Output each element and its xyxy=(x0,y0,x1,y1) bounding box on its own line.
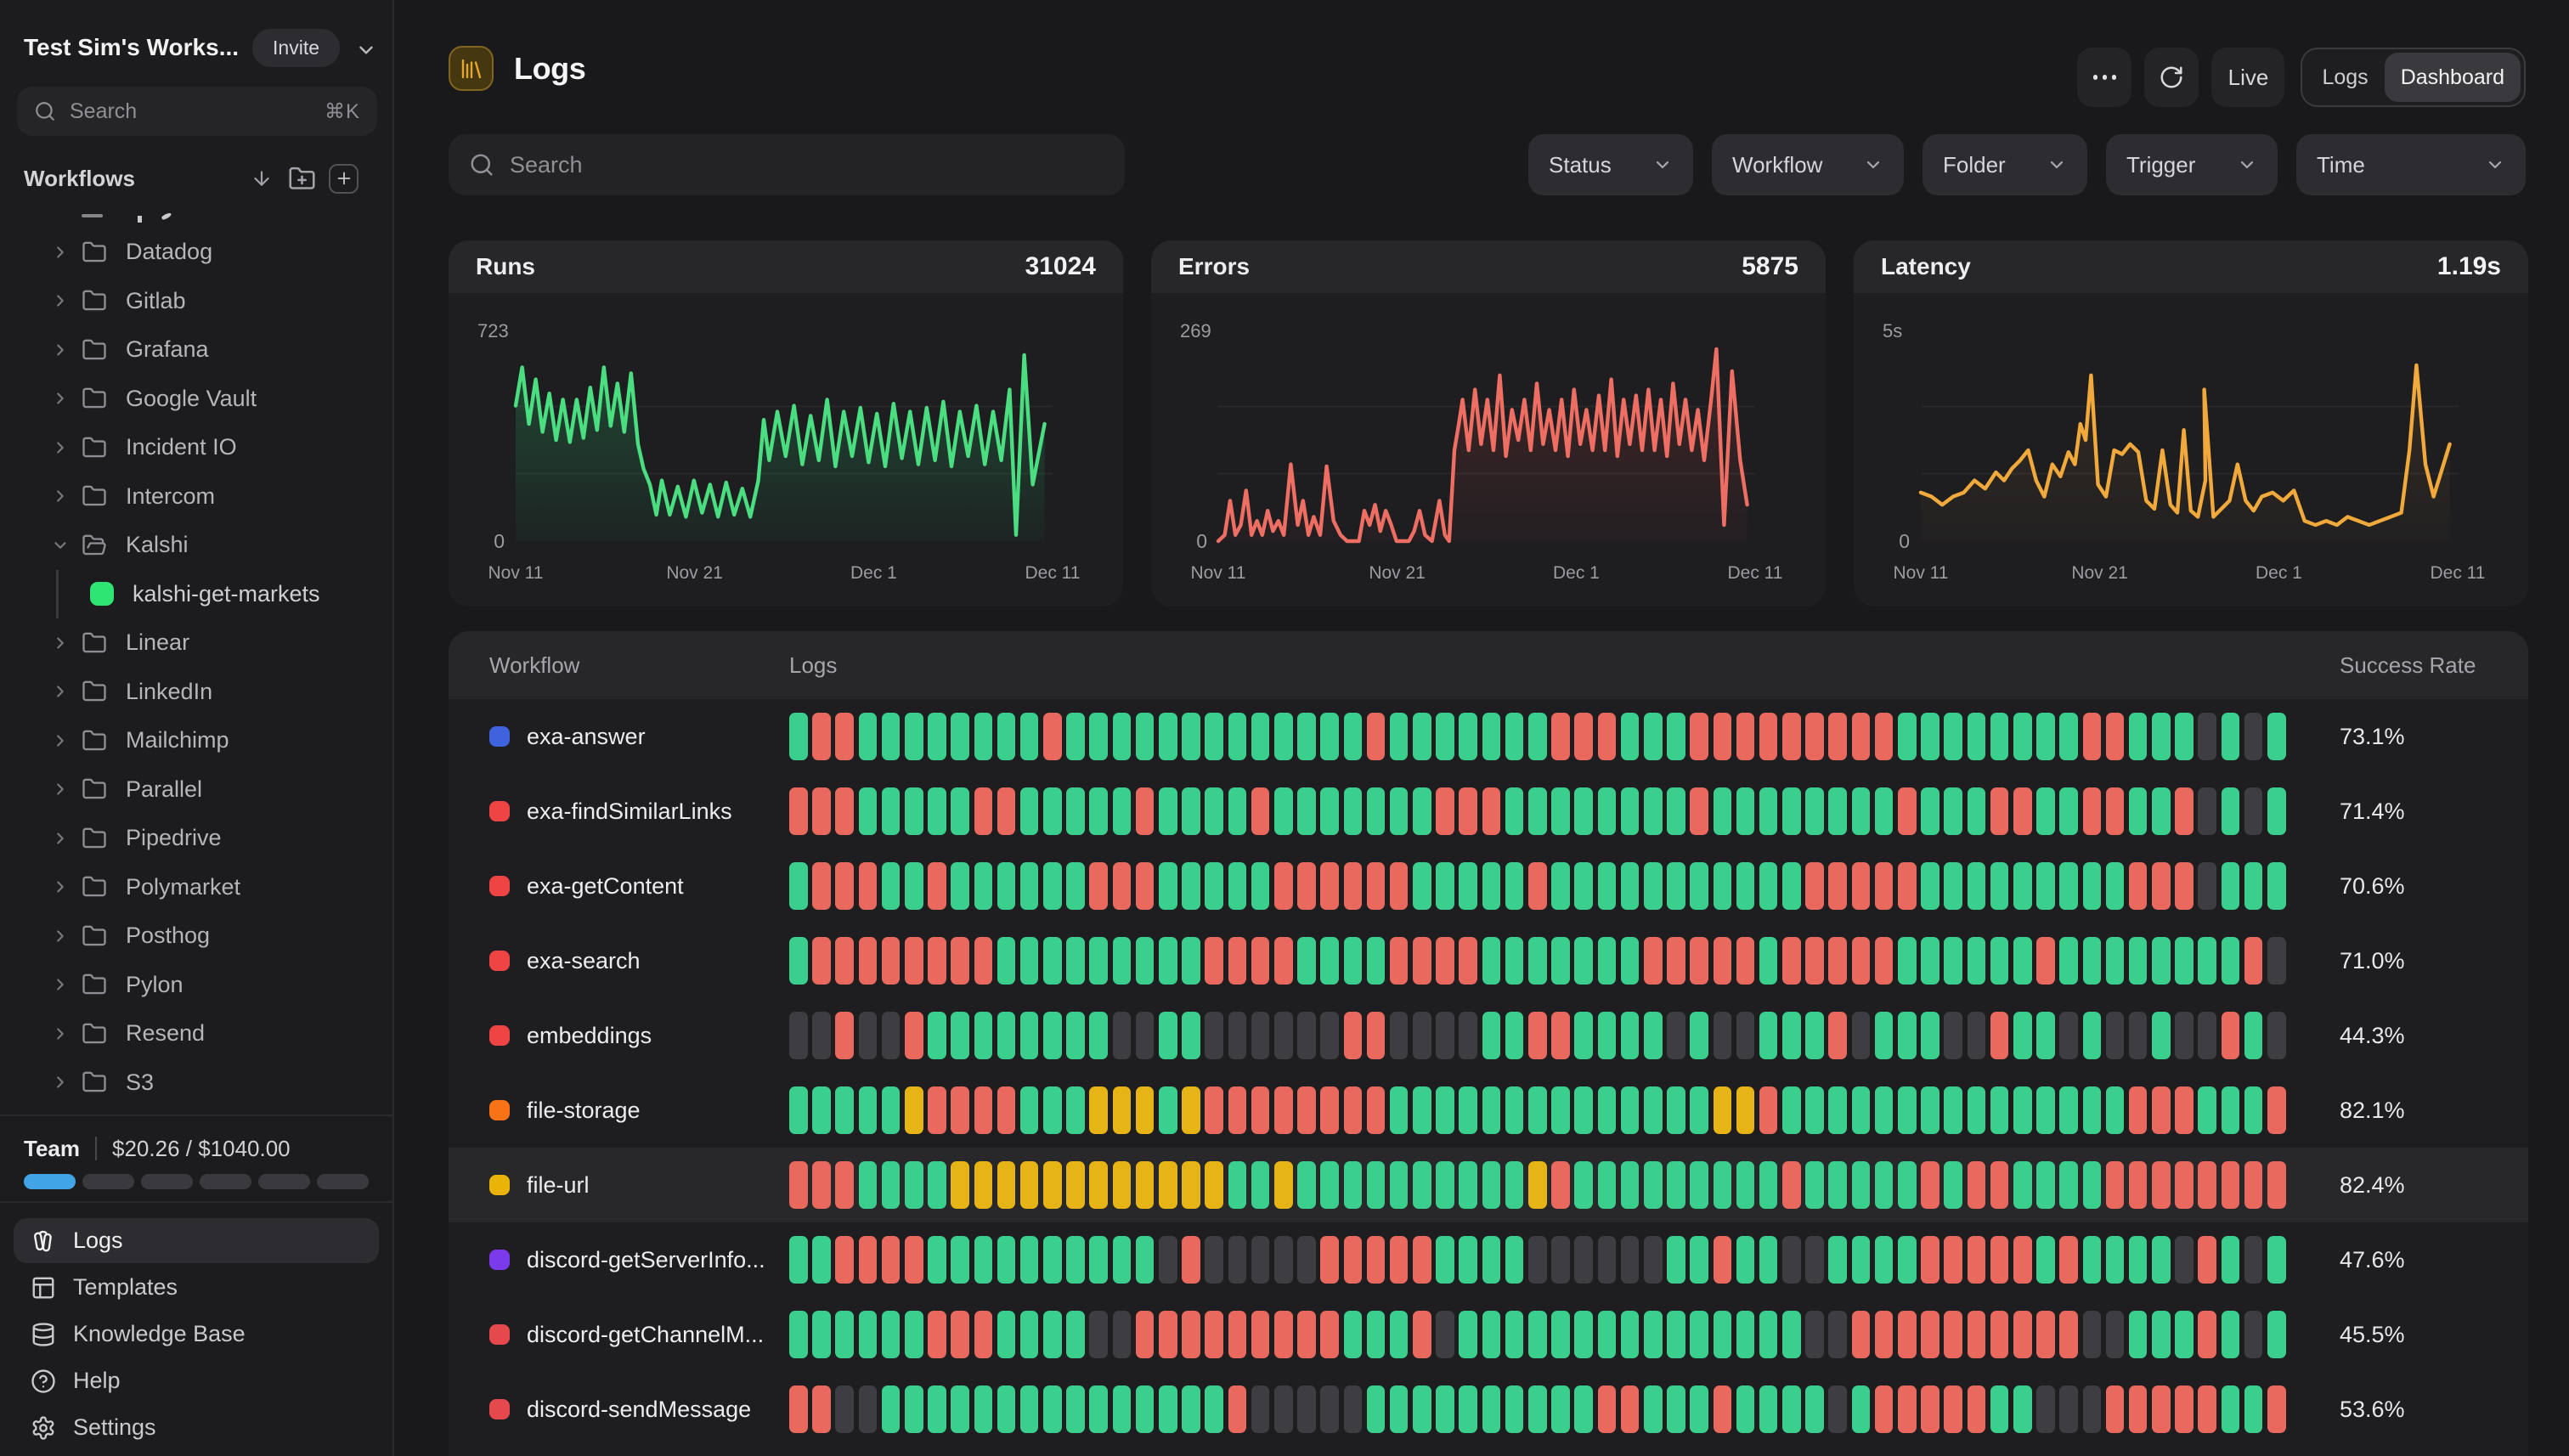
svg-text:Nov 11: Nov 11 xyxy=(1894,563,1949,583)
svg-text:Nov 21: Nov 21 xyxy=(1369,563,1426,583)
svg-text:5s: 5s xyxy=(1883,320,1902,341)
svg-text:723: 723 xyxy=(477,320,509,341)
svg-text:0: 0 xyxy=(1196,530,1207,552)
svg-text:Dec 11: Dec 11 xyxy=(1025,563,1081,583)
svg-text:269: 269 xyxy=(1180,320,1211,341)
svg-text:Nov 11: Nov 11 xyxy=(488,563,544,583)
svg-text:Nov 21: Nov 21 xyxy=(666,563,723,583)
svg-text:Dec 1: Dec 1 xyxy=(2256,563,2302,583)
svg-text:Dec 11: Dec 11 xyxy=(1728,563,1783,583)
svg-text:Dec 1: Dec 1 xyxy=(850,563,897,583)
svg-text:Nov 21: Nov 21 xyxy=(2071,563,2128,583)
svg-text:0: 0 xyxy=(1899,530,1910,552)
svg-text:Dec 1: Dec 1 xyxy=(1553,563,1600,583)
svg-text:Dec 11: Dec 11 xyxy=(2431,563,2486,583)
svg-text:Nov 11: Nov 11 xyxy=(1191,563,1246,583)
svg-text:0: 0 xyxy=(494,530,505,552)
